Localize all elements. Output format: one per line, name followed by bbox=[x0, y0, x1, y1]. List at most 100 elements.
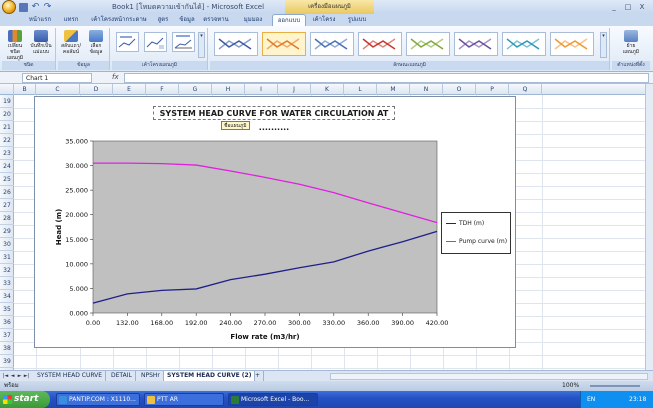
column-header-h[interactable]: H bbox=[212, 84, 245, 95]
row-header-33[interactable]: 33 bbox=[0, 277, 14, 290]
switch-row-column-button[interactable]: สลับแถว/คอลัมน์ bbox=[60, 29, 82, 59]
tab-formulas[interactable]: สูตร bbox=[154, 14, 172, 26]
chart-layout-1[interactable] bbox=[116, 32, 139, 52]
sheet-tab-detail[interactable]: DETAIL bbox=[108, 371, 136, 381]
maximize-button[interactable]: □ bbox=[622, 2, 634, 12]
tab-review[interactable]: ตรวจทาน bbox=[202, 14, 230, 26]
row-header-21[interactable]: 21 bbox=[0, 121, 14, 134]
chart-style-7[interactable] bbox=[502, 32, 546, 56]
row-header-36[interactable]: 36 bbox=[0, 316, 14, 329]
select-data-button[interactable]: เลือกข้อมูล bbox=[85, 29, 107, 59]
style-gallery-more-button[interactable]: ▾ bbox=[600, 32, 607, 58]
zoom-level[interactable]: 100% bbox=[562, 381, 579, 391]
column-header-d[interactable]: D bbox=[80, 84, 113, 95]
column-header-q[interactable]: Q bbox=[509, 84, 542, 95]
save-as-template-button[interactable]: บันทึกเป็นแม่แบบ bbox=[30, 29, 52, 59]
column-header-e[interactable]: E bbox=[113, 84, 146, 95]
column-header-f[interactable]: F bbox=[146, 84, 179, 95]
taskbar-item-pantip[interactable]: PANTIP.COM : X1110... bbox=[56, 393, 140, 406]
first-sheet-button[interactable]: |◄ bbox=[2, 372, 9, 380]
row-header-38[interactable]: 38 bbox=[0, 342, 14, 355]
formula-input[interactable] bbox=[124, 73, 649, 83]
chart-layout-3[interactable] bbox=[172, 32, 195, 52]
row-header-25[interactable]: 25 bbox=[0, 173, 14, 186]
row-header-30[interactable]: 30 bbox=[0, 238, 14, 251]
chart-style-5[interactable] bbox=[406, 32, 450, 56]
row-header-31[interactable]: 31 bbox=[0, 251, 14, 264]
row-header-37[interactable]: 37 bbox=[0, 329, 14, 342]
row-header-22[interactable]: 22 bbox=[0, 134, 14, 147]
row-header-23[interactable]: 23 bbox=[0, 147, 14, 160]
chart-object[interactable]: 0.000 5.000 10.000 15.000 20.000 25.000 30.000… bbox=[34, 96, 516, 348]
column-header-m[interactable]: M bbox=[377, 84, 410, 95]
minimize-button[interactable]: _ bbox=[608, 2, 620, 12]
close-button[interactable]: X bbox=[636, 2, 648, 12]
tab-design[interactable]: ออกแบบ bbox=[272, 14, 306, 26]
column-header-p[interactable]: P bbox=[476, 84, 509, 95]
taskbar-item-ptt-ar[interactable]: PTT AR bbox=[144, 393, 224, 406]
row-header-28[interactable]: 28 bbox=[0, 212, 14, 225]
next-sheet-button[interactable]: ► bbox=[16, 372, 23, 380]
column-header-i[interactable]: I bbox=[245, 84, 278, 95]
undo-icon[interactable]: ↶ bbox=[31, 2, 40, 12]
prev-sheet-button[interactable]: ◄ bbox=[9, 372, 16, 380]
change-chart-type-button[interactable]: เปลี่ยนชนิดแผนภูมิ bbox=[4, 29, 26, 61]
chart-layout-2[interactable] bbox=[144, 32, 167, 52]
row-header-27[interactable]: 27 bbox=[0, 199, 14, 212]
sheet-tab-system-head-curve[interactable]: SYSTEM HEAD CURVE bbox=[34, 371, 107, 381]
zoom-slider[interactable] bbox=[590, 385, 640, 387]
horizontal-scrollbar[interactable] bbox=[330, 373, 648, 380]
tab-layout[interactable]: เค้าโครง bbox=[310, 14, 338, 26]
row-header-29[interactable]: 29 bbox=[0, 225, 14, 238]
tab-page-layout[interactable]: เค้าโครงหน้ากระดาษ bbox=[88, 14, 150, 26]
redo-icon[interactable]: ↷ bbox=[43, 2, 52, 12]
column-header-c[interactable]: C bbox=[36, 84, 80, 95]
chart-style-2[interactable] bbox=[262, 32, 306, 56]
start-button[interactable]: start bbox=[0, 391, 50, 408]
chart-style-4[interactable] bbox=[358, 32, 402, 56]
taskbar-item-excel[interactable]: Microsoft Excel - Boo... bbox=[228, 393, 318, 406]
last-sheet-button[interactable]: ►| bbox=[23, 372, 30, 380]
column-header-j[interactable]: J bbox=[278, 84, 311, 95]
row-header-19[interactable]: 19 bbox=[0, 95, 14, 108]
tab-format[interactable]: รูปแบบ bbox=[344, 14, 370, 26]
row-header-24[interactable]: 24 bbox=[0, 160, 14, 173]
tab-data[interactable]: ข้อมูล bbox=[176, 14, 198, 26]
language-indicator[interactable]: EN bbox=[587, 391, 595, 408]
column-header-b[interactable]: B bbox=[14, 84, 36, 95]
row-header-20[interactable]: 20 bbox=[0, 108, 14, 121]
chart-title[interactable]: SYSTEM HEAD CURVE FOR WATER CIRCULATION … bbox=[153, 106, 395, 132]
tab-view[interactable]: มุมมอง bbox=[240, 14, 266, 26]
office-button[interactable] bbox=[2, 0, 16, 14]
fx-icon[interactable]: fx bbox=[112, 73, 119, 81]
chart-style-1[interactable] bbox=[214, 32, 258, 56]
save-icon[interactable] bbox=[19, 2, 28, 12]
column-header-n[interactable]: N bbox=[410, 84, 443, 95]
insert-sheet-icon[interactable]: + bbox=[252, 371, 264, 381]
sheet-tab-npshr[interactable]: NPSHr bbox=[138, 371, 164, 381]
select-all-corner[interactable] bbox=[0, 84, 14, 95]
ribbon-group-data: สลับแถว/คอลัมน์ เลือกข้อมูล ข้อมูล bbox=[58, 28, 110, 70]
chart-style-6[interactable] bbox=[454, 32, 498, 56]
chart-style-8[interactable] bbox=[550, 32, 594, 56]
row-header-35[interactable]: 35 bbox=[0, 303, 14, 316]
row-header-39[interactable]: 39 bbox=[0, 355, 14, 368]
column-header-g[interactable]: G bbox=[179, 84, 212, 95]
row-header-32[interactable]: 32 bbox=[0, 264, 14, 277]
row-header-34[interactable]: 34 bbox=[0, 290, 14, 303]
tab-home[interactable]: หน้าแรก bbox=[26, 14, 54, 26]
column-header-k[interactable]: K bbox=[311, 84, 344, 95]
chart-style-3[interactable] bbox=[310, 32, 354, 56]
row-header-26[interactable]: 26 bbox=[0, 186, 14, 199]
name-box[interactable]: Chart 1 bbox=[22, 73, 92, 83]
chart-legend[interactable]: TDH (m) Pump curve (m) bbox=[441, 212, 511, 254]
layout-gallery-more-button[interactable]: ▾ bbox=[198, 32, 205, 58]
vertical-scrollbar[interactable] bbox=[645, 84, 653, 370]
sheet-tab-system-head-curve-2[interactable]: SYSTEM HEAD CURVE (2) bbox=[164, 371, 256, 381]
tab-insert[interactable]: แทรก bbox=[60, 14, 82, 26]
move-chart-button[interactable]: ย้ายแผนภูมิ bbox=[620, 29, 642, 59]
switch-row-column-icon bbox=[64, 30, 78, 42]
column-header-l[interactable]: L bbox=[344, 84, 377, 95]
column-header-o[interactable]: O bbox=[443, 84, 476, 95]
title-bar: ↶ ↷ Book1 [โหมดความเข้ากันได้] - Microso… bbox=[0, 0, 653, 14]
